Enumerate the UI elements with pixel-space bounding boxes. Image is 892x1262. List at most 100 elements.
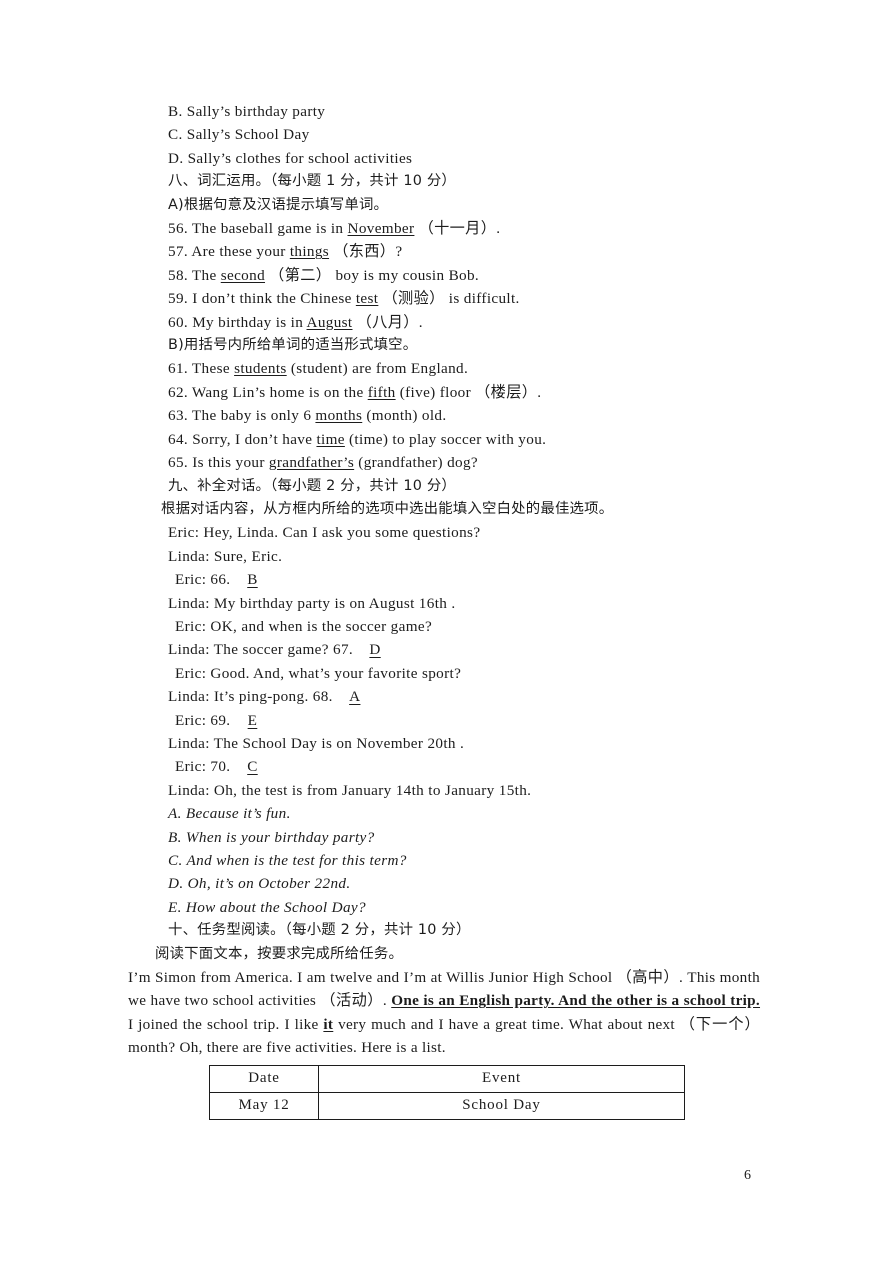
question-text-post: (month) old.: [362, 407, 447, 425]
answer-word: August: [306, 313, 353, 331]
answer-word: test: [355, 290, 379, 308]
question-number: 63.: [168, 407, 189, 425]
question-item-58: 58. The second （第二） boy is my cousin Bob…: [128, 264, 758, 287]
question-text-post: （第二） boy is my cousin Bob.: [265, 266, 480, 284]
page-number: 6: [744, 1168, 751, 1183]
question-text-post: (student) are from England.: [286, 360, 469, 378]
blank-number: 66.: [210, 571, 231, 589]
question-item-62: 62. Wang Lin’s home is on the fifth (fiv…: [128, 381, 758, 404]
blank-number: 69.: [210, 711, 231, 729]
speaker-label: Linda: [168, 781, 206, 799]
dialogue-line-3: Eric: 66. B: [128, 568, 758, 591]
question-item-65: 65. Is this your grandfather’s (grandfat…: [128, 451, 758, 474]
page-content: B. Sally’s birthday party C. Sally’s Sch…: [128, 100, 760, 1120]
question-text-pre: These: [191, 360, 235, 378]
section-eight-heading: 八、词汇运用。（每小题 1 分，共计 10 分）: [168, 173, 457, 190]
answer-blank-68: A: [349, 688, 361, 706]
question-number: 57.: [168, 243, 189, 261]
answer-blank-70: C: [247, 758, 258, 776]
section-ten-instruction: 阅读下面文本，按要求完成所给任务。: [155, 945, 404, 962]
dialogue-option-b: B. When is your birthday party?: [168, 828, 375, 846]
speaker-label: Eric: [175, 758, 202, 776]
dialogue-text: Oh, the test is from January 14th to Jan…: [213, 781, 532, 799]
dialogue-text: The soccer game?: [213, 641, 334, 659]
answer-word: November: [347, 220, 415, 238]
speaker-label: Eric: [168, 524, 195, 542]
dialogue-text: Sure, Eric.: [213, 547, 283, 565]
choice-option-d: D. Sally’s clothes for school activities: [168, 149, 413, 167]
dialogue-line-10: Linda: The School Day is on November 20t…: [168, 734, 465, 752]
question-text-post: (time) to play soccer with you.: [344, 430, 547, 448]
section-nine-heading: 九、补全对话。（每小题 2 分，共计 10 分）: [168, 477, 457, 494]
passage-underlined-sentence: One is an English party. And the other i…: [391, 992, 761, 1010]
question-number: 64.: [168, 430, 189, 448]
dialogue-line-1: Eric: Hey, Linda. Can I ask you some que…: [168, 524, 481, 542]
answer-word: grandfather’s: [268, 454, 355, 472]
question-number: 56.: [168, 220, 189, 238]
passage-part-2: I joined the school trip. I like: [128, 1015, 324, 1033]
question-text-pre: The baseball game is in: [191, 220, 348, 238]
section-eight-part-b-instruction: B)用括号内所给单词的适当形式填空。: [168, 337, 418, 354]
table-header-event: Event: [318, 1064, 685, 1093]
blank-number: 68.: [312, 688, 333, 706]
question-text-pre: The baby is only 6: [191, 407, 316, 425]
answer-word: months: [315, 407, 363, 425]
dialogue-line-12: Linda: Oh, the test is from January 14th…: [168, 781, 532, 799]
question-item-64: 64. Sorry, I don’t have time (time) to p…: [128, 428, 758, 451]
answer-blank-67: D: [369, 641, 381, 659]
question-text-post: (five) floor （楼层）.: [395, 383, 542, 401]
question-text-post: （十一月）.: [414, 220, 501, 238]
question-text-pre: Is this your: [192, 454, 269, 472]
dialogue-line-8: Linda: It’s ping-pong. 68. A: [128, 685, 758, 708]
question-item-56: 56. The baseball game is in November （十一…: [128, 217, 758, 240]
table-header-row: Date Event: [209, 1064, 685, 1093]
question-text-post: (grandfather) dog?: [354, 454, 479, 472]
dialogue-option-e: E. How about the School Day?: [168, 898, 366, 916]
dialogue-line-6: Linda: The soccer game? 67. D: [128, 638, 758, 661]
speaker-label: Linda: [168, 641, 206, 659]
answer-word: fifth: [367, 383, 396, 401]
section-ten-heading: 十、任务型阅读。（每小题 2 分，共计 10 分）: [168, 922, 471, 939]
question-item-63: 63. The baby is only 6 months (month) ol…: [128, 404, 758, 427]
answer-blank-69: E: [247, 711, 258, 729]
dialogue-option-c: C. And when is the test for this term?: [168, 852, 407, 869]
question-number: 58.: [168, 266, 189, 284]
question-text-pre: Wang Lin’s home is on the: [191, 383, 368, 401]
dialogue-line-7: Eric: Good. And, what’s your favorite sp…: [175, 664, 462, 682]
dialogue-option-a: A. Because it’s fun.: [168, 805, 291, 823]
table-cell-event: School Day: [318, 1091, 685, 1120]
document-page: B. Sally’s birthday party C. Sally’s Sch…: [0, 0, 892, 1262]
question-text-post: （八月）.: [352, 313, 423, 331]
question-item-57: 57. Are these your things （东西）?: [128, 240, 758, 263]
dialogue-line-11: Eric: 70. C: [128, 755, 758, 778]
dialogue-text: It’s ping-pong.: [213, 688, 313, 706]
answer-word: students: [234, 360, 287, 378]
speaker-label: Eric: [175, 571, 202, 589]
question-number: 59.: [168, 290, 189, 308]
speaker-label: Eric: [175, 617, 202, 635]
answer-blank-66: B: [247, 571, 258, 589]
dialogue-text: The School Day is on November 20th .: [213, 734, 465, 752]
choice-option-c: C. Sally’s School Day: [168, 126, 310, 144]
table-cell-date: May 12: [209, 1091, 319, 1120]
speaker-label: Linda: [168, 734, 206, 752]
schedule-table-wrapper: Date Event May 12 School Day: [128, 1064, 758, 1120]
dialogue-option-d: D. Oh, it’s on October 22nd.: [168, 875, 351, 893]
question-item-60: 60. My birthday is in August （八月）.: [128, 311, 758, 334]
question-item-59: 59. I don’t think the Chinese test （测验） …: [128, 287, 758, 310]
dialogue-line-2: Linda: Sure, Eric.: [168, 547, 283, 565]
answer-word: things: [289, 243, 330, 261]
reading-passage: I’m Simon from America. I am twelve and …: [128, 966, 760, 1060]
question-item-61: 61. These students (student) are from En…: [128, 357, 758, 380]
question-text-pre: The: [191, 266, 221, 284]
dialogue-line-9: Eric: 69. E: [128, 709, 758, 732]
question-text-pre: Sorry, I don’t have: [192, 430, 317, 448]
answer-word: time: [316, 430, 345, 448]
dialogue-line-5: Eric: OK, and when is the soccer game?: [175, 617, 433, 635]
speaker-label: Linda: [168, 547, 206, 565]
table-row: May 12 School Day: [209, 1091, 685, 1120]
question-text-pre: My birthday is in: [192, 313, 307, 331]
question-text-pre: I don’t think the Chinese: [192, 290, 356, 308]
question-text-post: （测验） is difficult.: [378, 290, 520, 308]
speaker-label: Linda: [168, 594, 206, 612]
